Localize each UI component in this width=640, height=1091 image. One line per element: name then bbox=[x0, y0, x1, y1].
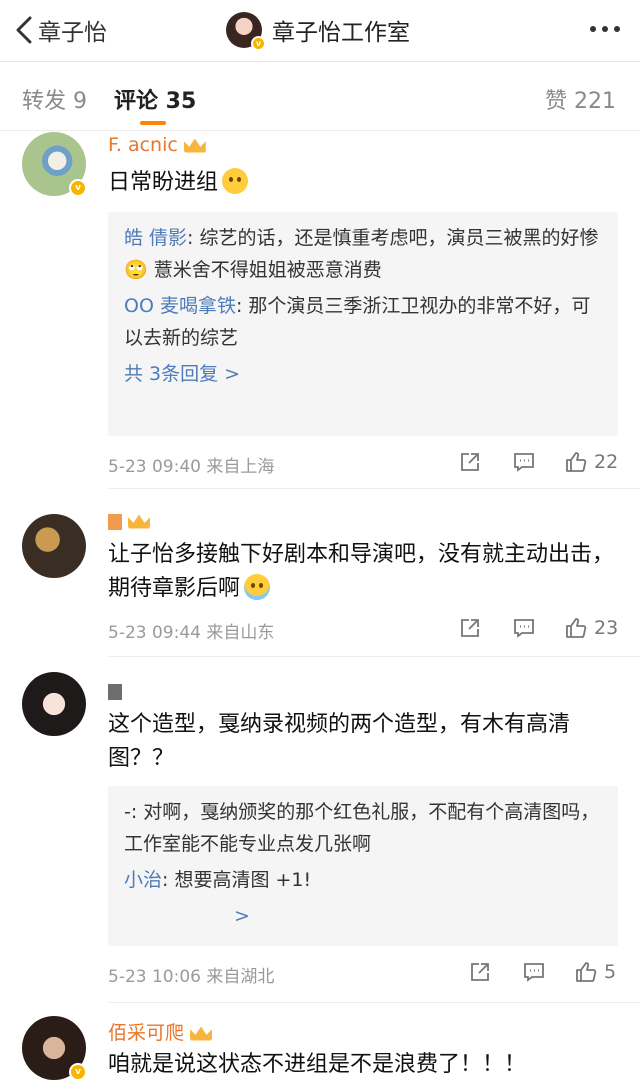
comment-username[interactable]: F. acnic bbox=[108, 134, 206, 156]
crown-icon bbox=[183, 138, 206, 153]
back-button[interactable]: 章子怡 bbox=[14, 12, 107, 48]
share-icon bbox=[461, 453, 479, 471]
emoji-icon bbox=[222, 168, 249, 194]
comment-text: 这个造型，戛纳录视频的两个造型，有木有高清图？？ bbox=[108, 712, 571, 771]
reply-username[interactable]: 皓 倩影 bbox=[124, 227, 187, 249]
comment-username[interactable] bbox=[108, 680, 122, 702]
comment-username[interactable]: 佰采可爬 bbox=[108, 1018, 213, 1045]
like-count: 5 bbox=[604, 961, 617, 983]
like-button[interactable]: 5 bbox=[574, 960, 616, 984]
comment-text: 日常盼进组 bbox=[108, 166, 618, 200]
reply-item: 皓 倩影: 综艺的话，还是慎重考虑吧，演员三被黑的好惨 🙄 薏米舍不得姐姐被恶意… bbox=[124, 222, 602, 286]
divider bbox=[108, 488, 640, 489]
avatar[interactable] bbox=[22, 514, 86, 578]
view-more-replies-link[interactable]: > bbox=[124, 900, 602, 932]
reply-username[interactable]: 小治 bbox=[124, 869, 162, 891]
verified-badge-icon: v bbox=[251, 36, 266, 51]
comment-icon bbox=[514, 619, 534, 638]
view-more-replies-link[interactable]: 共 3条回复 > bbox=[124, 358, 602, 390]
reply-username[interactable]: OO 麦喝拿铁 bbox=[124, 295, 236, 317]
avatar[interactable]: v bbox=[226, 12, 266, 51]
share-icon bbox=[471, 963, 489, 981]
crown-icon bbox=[190, 1026, 213, 1041]
comment-icon bbox=[514, 453, 534, 472]
like-count: 23 bbox=[594, 617, 619, 639]
thumbs-up-icon bbox=[566, 618, 587, 638]
avatar[interactable]: v bbox=[22, 132, 87, 197]
reply-text: : 想要高清图 +1! bbox=[162, 869, 312, 891]
reply-item: OO 麦喝拿铁: 那个演员三季浙江卫视办的非常不好，可以去新的综艺 bbox=[124, 290, 602, 354]
comment-meta: 5-23 10:06 来自湖北 5 bbox=[108, 960, 620, 988]
reply-button[interactable] bbox=[512, 450, 536, 474]
thumbs-up-icon bbox=[566, 452, 587, 472]
tab-repost[interactable]: 转发 9 bbox=[22, 83, 87, 115]
crown-icon bbox=[128, 514, 150, 529]
reply-button[interactable] bbox=[512, 616, 536, 640]
comment-timestamp: 5-23 10:06 来自湖北 bbox=[108, 967, 275, 987]
reply-box[interactable]: 皓 倩影: 综艺的话，还是慎重考虑吧，演员三被黑的好惨 🙄 薏米舍不得姐姐被恶意… bbox=[108, 212, 618, 436]
avatar[interactable] bbox=[22, 672, 86, 736]
comment-username[interactable] bbox=[108, 510, 150, 532]
comment-timestamp: 5-23 09:44 来自山东 bbox=[108, 623, 275, 643]
tab-bar: 转发 9 评论 35 赞 221 bbox=[0, 63, 640, 131]
verified-badge-icon: v bbox=[69, 179, 87, 197]
verified-badge-icon: v bbox=[69, 1063, 87, 1081]
active-tab-indicator bbox=[140, 121, 166, 125]
top-navigation-bar: 章子怡 v 章子怡工作室 bbox=[0, 0, 640, 62]
comment-timestamp: 5-23 09:40 来自上海 bbox=[108, 457, 275, 477]
share-icon bbox=[461, 619, 479, 637]
like-count: 22 bbox=[594, 451, 619, 473]
back-label: 章子怡 bbox=[38, 20, 107, 46]
comment-meta: 5-23 09:40 来自上海 22 bbox=[108, 450, 620, 478]
comment-text: 让子怡多接触下好剧本和导演吧，没有就主动出击，期待章影后啊 bbox=[108, 542, 615, 601]
divider bbox=[108, 656, 640, 657]
avatar[interactable]: v bbox=[22, 1016, 87, 1081]
comment-meta: 5-23 09:44 来自山东 23 bbox=[108, 616, 620, 644]
reply-button[interactable] bbox=[522, 960, 546, 984]
account-header[interactable]: v 章子怡工作室 bbox=[226, 10, 410, 51]
reply-item: -: 对啊，戛纳颁奖的那个红色礼服，不配有个高清图吗，工作室能不能专业点发几张啊 bbox=[124, 796, 602, 860]
page-title: 章子怡工作室 bbox=[272, 20, 410, 46]
reply-text: : 综艺的话，还是慎重考虑吧，演员三被黑的好惨 🙄 薏米舍不得姐姐被恶意消费 bbox=[124, 227, 599, 281]
divider bbox=[108, 1002, 640, 1003]
thumbs-up-icon bbox=[576, 962, 597, 982]
reply-item: 小治: 想要高清图 +1! bbox=[124, 864, 602, 896]
crying-emoji-icon bbox=[244, 574, 271, 600]
tab-likes[interactable]: 赞 221 bbox=[545, 83, 616, 115]
comment-text: 咱就是说这状态不进组是不是浪费了！！！ bbox=[108, 1052, 527, 1077]
share-button[interactable] bbox=[458, 450, 482, 474]
reply-box[interactable]: -: 对啊，戛纳颁奖的那个红色礼服，不配有个高清图吗，工作室能不能专业点发几张啊… bbox=[108, 786, 618, 946]
share-button[interactable] bbox=[468, 960, 492, 984]
comment-icon bbox=[524, 963, 544, 982]
more-options-icon[interactable] bbox=[590, 26, 620, 32]
reply-text: -: 对啊，戛纳颁奖的那个红色礼服，不配有个高清图吗，工作室能不能专业点发几张啊 bbox=[124, 801, 600, 855]
chevron-left-icon bbox=[16, 16, 32, 44]
like-button[interactable]: 23 bbox=[564, 616, 618, 640]
share-button[interactable] bbox=[458, 616, 482, 640]
like-button[interactable]: 22 bbox=[564, 450, 618, 474]
